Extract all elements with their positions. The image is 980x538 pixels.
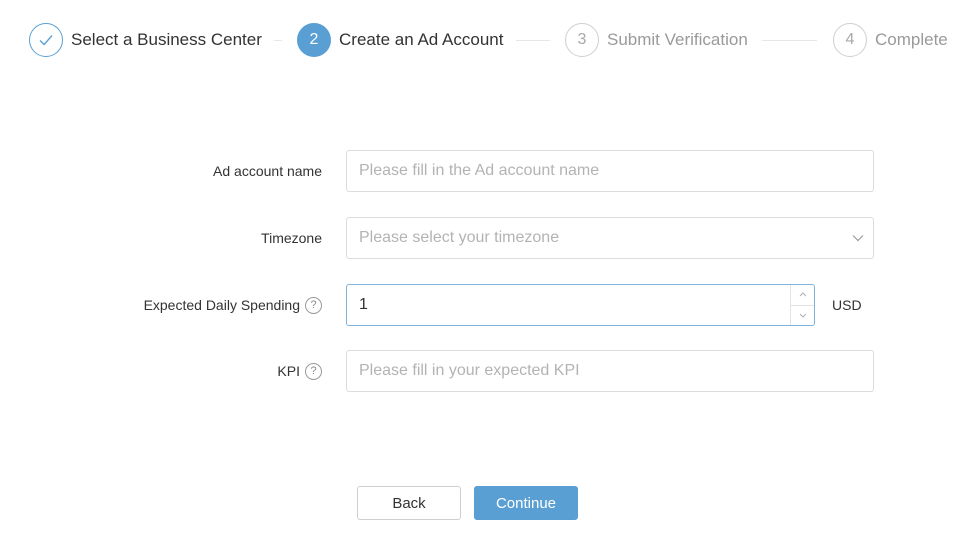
timezone-row: Timezone Please select your timezone xyxy=(0,217,980,259)
step-3-label: Submit Verification xyxy=(607,30,748,49)
progress-stepper: Select a Business Center 2 Create an Ad … xyxy=(0,0,980,80)
timezone-select[interactable]: Please select your timezone xyxy=(346,217,874,259)
step-connector xyxy=(274,40,282,41)
daily-spending-field[interactable] xyxy=(346,284,815,326)
step-complete: 4 Complete xyxy=(833,23,948,57)
ad-account-name-label: Ad account name xyxy=(213,150,322,192)
ad-account-name-label-text: Ad account name xyxy=(213,163,322,179)
daily-spending-input[interactable] xyxy=(347,285,790,325)
step-1-circle xyxy=(29,23,63,57)
daily-spending-row: Expected Daily Spending ? USD xyxy=(0,284,980,326)
number-stepper xyxy=(790,285,814,325)
chevron-down-icon xyxy=(843,234,873,242)
check-icon xyxy=(39,35,53,46)
increment-button[interactable] xyxy=(791,285,814,306)
decrement-button[interactable] xyxy=(791,306,814,326)
kpi-input[interactable] xyxy=(347,351,873,391)
ad-account-name-row: Ad account name xyxy=(0,150,980,192)
daily-spending-label: Expected Daily Spending ? xyxy=(144,284,322,326)
step-select-business-center: Select a Business Center xyxy=(29,23,262,57)
kpi-row: KPI ? xyxy=(0,350,980,392)
help-circle-icon[interactable]: ? xyxy=(305,362,322,380)
step-create-ad-account: 2 Create an Ad Account xyxy=(297,23,503,57)
step-2-label: Create an Ad Account xyxy=(339,30,504,49)
step-submit-verification: 3 Submit Verification xyxy=(565,23,748,57)
kpi-label: KPI ? xyxy=(277,350,322,392)
ad-account-name-field[interactable] xyxy=(346,150,874,192)
ad-account-name-input[interactable] xyxy=(347,151,873,191)
currency-unit: USD xyxy=(832,297,862,313)
help-circle-icon[interactable]: ? xyxy=(305,296,322,314)
step-connector xyxy=(762,40,817,41)
chevron-down-icon xyxy=(799,313,806,318)
step-2-circle: 2 xyxy=(297,23,331,57)
step-connector xyxy=(516,40,550,41)
chevron-up-icon xyxy=(799,292,806,297)
daily-spending-label-text: Expected Daily Spending xyxy=(143,297,300,313)
timezone-label-text: Timezone xyxy=(261,230,322,246)
kpi-label-text: KPI xyxy=(277,363,300,379)
step-3-circle: 3 xyxy=(565,23,599,57)
kpi-field[interactable] xyxy=(346,350,874,392)
step-1-label: Select a Business Center xyxy=(71,30,262,49)
step-4-circle: 4 xyxy=(833,23,867,57)
back-button[interactable]: Back xyxy=(357,486,461,520)
continue-button[interactable]: Continue xyxy=(474,486,578,520)
step-4-label: Complete xyxy=(875,30,948,49)
timezone-placeholder: Please select your timezone xyxy=(359,229,560,246)
timezone-label: Timezone xyxy=(261,217,322,259)
